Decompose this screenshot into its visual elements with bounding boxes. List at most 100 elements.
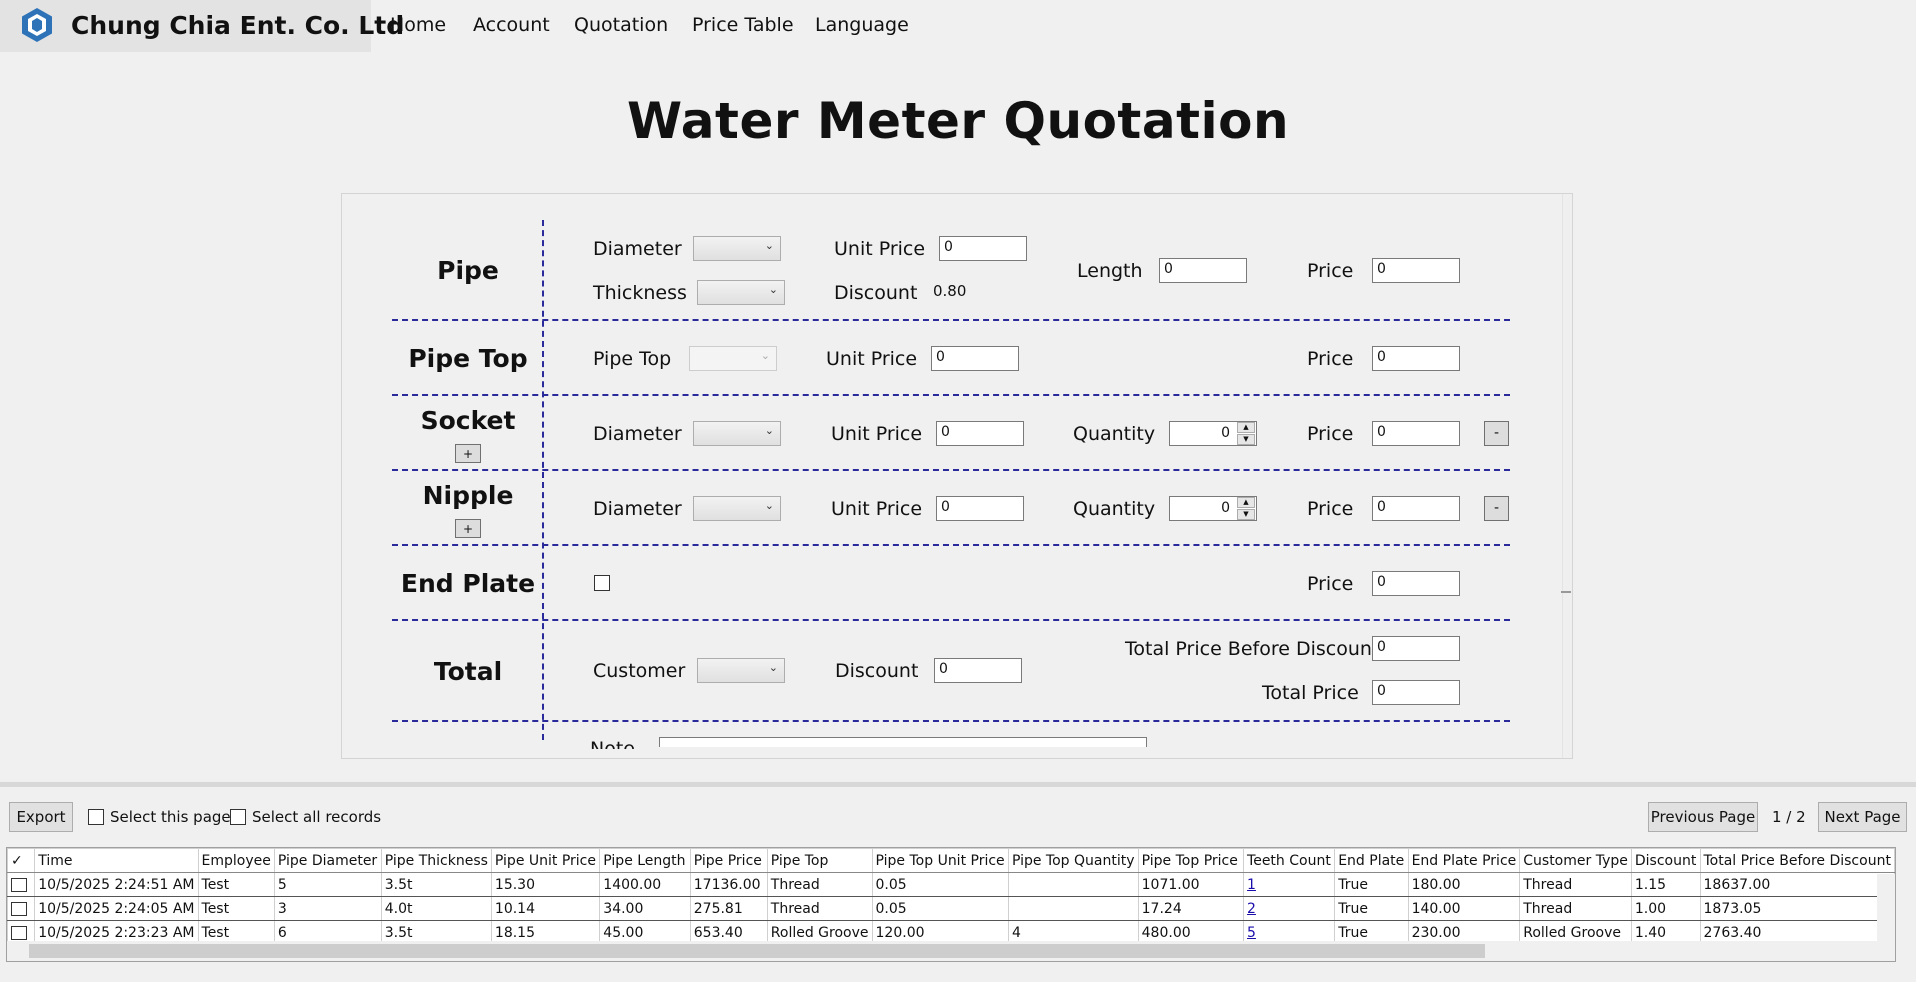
column-header[interactable]: Pipe Top Price: [1137, 848, 1245, 873]
nipple-diameter-dropdown[interactable]: ⌄: [693, 496, 781, 521]
column-header[interactable]: Total Price Before Discount: [1699, 848, 1895, 873]
chevron-down-icon: ⌄: [768, 283, 778, 296]
pipe-diameter-dropdown[interactable]: ⌄: [693, 236, 781, 261]
end-plate-price-input[interactable]: 0: [1372, 571, 1460, 596]
column-header[interactable]: Teeth Count: [1243, 848, 1336, 873]
export-button[interactable]: Export: [9, 802, 73, 832]
total-before-discount-input[interactable]: 0: [1372, 636, 1460, 661]
column-header[interactable]: Employee: [197, 848, 275, 873]
pipe-length-input[interactable]: 0: [1159, 258, 1247, 283]
column-header[interactable]: Pipe Thickness: [380, 848, 492, 873]
remove-nipple-button[interactable]: -: [1484, 496, 1509, 521]
total-discount-input[interactable]: 0: [934, 658, 1022, 683]
pipe-top-price-input[interactable]: 0: [1372, 346, 1460, 371]
table-row[interactable]: 10/5/2025 2:24:05 AM Test 3 4.0t 10.14 34.00 2…: [7, 896, 1895, 921]
nipple-unit-price-input[interactable]: 0: [936, 496, 1024, 521]
form-scrollbar-thumb[interactable]: [1561, 591, 1571, 593]
pipe-top-unit-price-label: Unit Price: [826, 348, 918, 370]
table-cell: True: [1334, 896, 1409, 921]
column-header[interactable]: Pipe Top Quantity: [1007, 848, 1139, 873]
quotation-records-grid: ✓ Time Employee Pipe Diameter Pipe Thickness…: [6, 847, 1896, 962]
remove-socket-button[interactable]: -: [1484, 421, 1509, 446]
nipple-price-input[interactable]: 0: [1372, 496, 1460, 521]
decrement-arrow-icon[interactable]: ▼: [1237, 434, 1255, 445]
row-select-checkbox[interactable]: [11, 925, 27, 940]
column-header[interactable]: Customer Type: [1519, 848, 1632, 873]
column-header[interactable]: Pipe Top Unit Price: [871, 848, 1009, 873]
table-cell: 1873.05: [1699, 896, 1895, 921]
column-header[interactable]: Pipe Unit Price: [490, 848, 601, 873]
table-cell: 10.14: [490, 896, 601, 921]
table-cell: 15.30: [490, 872, 601, 897]
nipple-diameter-label: Diameter: [593, 498, 682, 520]
select-page-checkbox[interactable]: [88, 809, 104, 825]
socket-quantity-stepper[interactable]: 0 ▲ ▼: [1169, 421, 1257, 446]
section-nipple-title: Nipple: [422, 481, 514, 510]
nipple-quantity-stepper[interactable]: 0 ▲ ▼: [1169, 496, 1257, 521]
table-cell: 34.00: [599, 896, 691, 921]
column-header[interactable]: ✓: [7, 848, 36, 873]
add-nipple-button[interactable]: +: [455, 519, 481, 538]
increment-arrow-icon[interactable]: ▲: [1237, 497, 1255, 508]
nav-price-table[interactable]: Price Table: [692, 14, 794, 36]
hexagon-logo-icon: [22, 8, 52, 42]
column-header[interactable]: End Plate: [1334, 848, 1409, 873]
table-cell: 18637.00: [1699, 872, 1895, 897]
end-plate-checkbox[interactable]: [594, 575, 610, 591]
add-socket-button[interactable]: +: [455, 444, 481, 463]
select-page-label[interactable]: Select this page: [110, 808, 231, 826]
pipe-thickness-dropdown[interactable]: ⌄: [697, 280, 785, 305]
column-header[interactable]: Discount: [1630, 848, 1701, 873]
pipe-top-unit-price-input[interactable]: 0: [931, 346, 1019, 371]
socket-price-input[interactable]: 0: [1372, 421, 1460, 446]
total-discount-label: Discount: [835, 660, 919, 682]
teeth-count-link[interactable]: 5: [1247, 925, 1256, 941]
pipe-diameter-label: Diameter: [593, 238, 682, 260]
select-all-label[interactable]: Select all records: [252, 808, 381, 826]
socket-diameter-label: Diameter: [593, 423, 682, 445]
chevron-down-icon: ⌄: [764, 499, 774, 512]
pipe-price-input[interactable]: 0: [1372, 258, 1460, 283]
socket-diameter-dropdown[interactable]: ⌄: [693, 421, 781, 446]
table-row[interactable]: 10/5/2025 2:24:51 AM Test 5 3.5t 15.30 1400.0…: [7, 872, 1895, 897]
column-header[interactable]: End Plate Price: [1407, 848, 1521, 873]
grid-horizontal-scrollbar[interactable]: [7, 941, 1895, 961]
nav-home[interactable]: Home: [390, 14, 446, 36]
total-price-input[interactable]: 0: [1372, 680, 1460, 705]
customer-dropdown[interactable]: ⌄: [697, 658, 785, 683]
nav-quotation[interactable]: Quotation: [574, 14, 668, 36]
socket-quantity-label: Quantity: [1073, 423, 1156, 445]
table-cell: [1007, 896, 1139, 921]
teeth-count-link[interactable]: 2: [1247, 901, 1256, 917]
decrement-arrow-icon[interactable]: ▼: [1237, 509, 1255, 520]
brand[interactable]: Chung Chia Ent. Co. Ltd: [0, 0, 404, 52]
previous-page-button[interactable]: Previous Page: [1648, 802, 1758, 832]
form-scrollbar[interactable]: [1561, 194, 1572, 758]
brand-name[interactable]: Chung Chia Ent. Co. Ltd: [71, 11, 404, 40]
nav-account[interactable]: Account: [473, 14, 550, 36]
note-input[interactable]: [659, 737, 1147, 747]
chevron-down-icon: ⌄: [768, 661, 778, 674]
pipe-unit-price-input[interactable]: 0: [939, 236, 1027, 261]
column-header[interactable]: Pipe Length: [599, 848, 691, 873]
socket-unit-price-input[interactable]: 0: [936, 421, 1024, 446]
row-select-checkbox[interactable]: [11, 901, 27, 916]
teeth-count-link[interactable]: 1: [1247, 877, 1256, 893]
table-cell: 1071.00: [1137, 872, 1245, 897]
grid-vertical-scrollbar[interactable]: [1877, 874, 1895, 942]
next-page-button[interactable]: Next Page: [1818, 802, 1907, 832]
panel-splitter[interactable]: [0, 782, 1916, 787]
column-header[interactable]: Pipe Diameter: [273, 848, 382, 873]
column-header[interactable]: Time: [34, 848, 199, 873]
grid-horizontal-scrollbar-thumb[interactable]: [29, 944, 1485, 958]
pipe-top-dropdown[interactable]: ⌄: [689, 346, 777, 371]
select-all-checkbox[interactable]: [230, 809, 246, 825]
page-title: Water Meter Quotation: [626, 92, 1290, 150]
increment-arrow-icon[interactable]: ▲: [1237, 422, 1255, 433]
table-cell: 1.00: [1630, 896, 1701, 921]
nav-language[interactable]: Language: [815, 14, 909, 36]
column-header[interactable]: Pipe Price: [689, 848, 768, 873]
row-select-checkbox[interactable]: [11, 877, 27, 892]
column-header[interactable]: Pipe Top: [766, 848, 873, 873]
section-divider: [392, 720, 1510, 722]
